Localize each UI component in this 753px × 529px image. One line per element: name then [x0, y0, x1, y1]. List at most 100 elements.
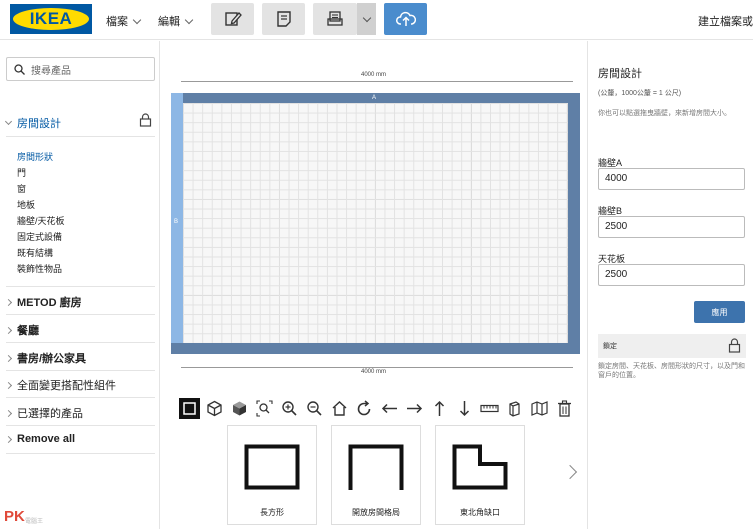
template-label: 東北角缺口 [460, 508, 500, 517]
wall-b-label: B [174, 219, 179, 225]
ceiling-input[interactable]: 2500 [598, 264, 745, 286]
section-label: 已選擇的產品 [17, 408, 83, 420]
notes-button[interactable] [262, 3, 305, 35]
zoom-out-button[interactable] [304, 398, 325, 419]
sub-item-room-shape[interactable]: 房間形狀 [17, 150, 53, 163]
template-northeast-notch[interactable]: 東北角缺口 [435, 425, 525, 525]
room-grid[interactable] [183, 103, 568, 343]
ikea-logo[interactable]: IKEA [10, 4, 92, 34]
design-canvas[interactable]: 4000 mm A B 4000 mm 長方形 開放房間格局 東北角缺口 [161, 41, 586, 529]
sub-item-existing-structure[interactable]: 既有結構 [17, 246, 53, 259]
dimension-top: 4000 mm [361, 72, 387, 78]
chevron-down-icon [132, 15, 142, 24]
wall-b-input[interactable]: 2500 [598, 216, 745, 238]
section-metod-kitchen[interactable]: METOD 廚房 [4, 294, 155, 310]
section-room-design[interactable]: 房間設計 [4, 113, 155, 131]
unit-note: (公釐，1000公釐 = 1 公尺) [598, 90, 682, 97]
print-list-icon [327, 11, 343, 26]
lock-icon[interactable] [139, 113, 152, 127]
cloud-upload-icon [395, 11, 416, 26]
watermark-sub: 電腦王 [25, 519, 44, 525]
chevron-down-icon [4, 117, 13, 126]
move-up-button[interactable] [429, 398, 450, 419]
chevron-right-icon [4, 381, 13, 389]
create-file-button[interactable]: 建立檔案或 [698, 13, 753, 29]
room-floorplan[interactable]: A B [171, 93, 580, 354]
zoom-fit-button[interactable] [254, 398, 275, 419]
delete-button[interactable] [554, 398, 575, 419]
sub-item-door[interactable]: 門 [17, 166, 26, 179]
wall-cube-icon [509, 400, 520, 417]
room-template-list: 長方形 開放房間格局 東北角缺口 [227, 425, 525, 525]
design-edit-button[interactable] [211, 3, 254, 35]
dimension-line-bottom [181, 367, 573, 368]
3d-view-button[interactable] [204, 398, 225, 419]
section-selected-products[interactable]: 已選擇的產品 [4, 405, 155, 421]
section-change-all[interactable]: 全面變更搭配性組件 [4, 377, 155, 393]
lock-toggle[interactable]: 鎖定 [598, 334, 746, 358]
map-icon [531, 400, 548, 416]
arrow-right-icon [407, 403, 423, 413]
menu-file[interactable]: 檔案 [106, 13, 142, 29]
wall-a-input[interactable]: 4000 [598, 168, 745, 190]
chevron-right-icon [4, 326, 13, 334]
home-icon [332, 400, 347, 416]
open-room-shape-icon [348, 444, 404, 490]
divider [6, 397, 155, 398]
move-right-button[interactable] [404, 398, 425, 419]
section-label: METOD 廚房 [17, 297, 82, 309]
move-left-button[interactable] [379, 398, 400, 419]
walls-view-button[interactable] [504, 398, 525, 419]
zoom-fit-icon [256, 399, 273, 417]
apply-button[interactable]: 應用 [694, 301, 745, 323]
rotate-button[interactable] [354, 398, 375, 419]
top-bar: IKEA 檔案 編輯 建立檔案或 [0, 0, 753, 40]
sub-item-floor[interactable]: 地板 [17, 198, 35, 211]
document-icon [276, 11, 291, 27]
sub-item-window[interactable]: 窗 [17, 182, 26, 195]
dimension-bottom: 4000 mm [361, 369, 387, 375]
move-down-button[interactable] [454, 398, 475, 419]
section-room-design-label: 房間設計 [17, 118, 61, 130]
sub-item-wall-ceiling[interactable]: 牆壁/天花板 [17, 214, 65, 227]
sub-item-decorative[interactable]: 裝飾性物品 [17, 262, 62, 275]
ruler-icon [480, 404, 499, 412]
search-icon [14, 63, 25, 75]
chevron-right-icon [4, 298, 13, 306]
remove-all-button[interactable]: Remove all [4, 433, 155, 445]
logo-text: IKEA [29, 9, 73, 28]
section-label: 全面變更搭配性組件 [17, 380, 116, 392]
template-open-layout[interactable]: 開放房間格局 [331, 425, 421, 525]
print-dropdown-button[interactable] [357, 3, 376, 35]
search-input[interactable]: 搜尋產品 [6, 57, 155, 81]
map-view-button[interactable] [529, 398, 550, 419]
zoom-in-button[interactable] [279, 398, 300, 419]
sub-item-fixed-equipment[interactable]: 固定式設備 [17, 230, 62, 243]
2d-view-button[interactable] [179, 397, 200, 419]
home-view-button[interactable] [329, 398, 350, 419]
divider [6, 342, 155, 343]
right-panel: 房間設計 (公釐，1000公釐 = 1 公尺) 你也可以點選拖曳牆壁，來新增房間… [587, 41, 753, 529]
arrow-down-icon [459, 400, 470, 416]
section-office[interactable]: 書房/辦公家具 [4, 350, 155, 366]
arrow-left-icon [381, 403, 397, 413]
print-button[interactable] [313, 3, 357, 35]
divider [6, 370, 155, 371]
chevron-right-icon [4, 354, 13, 362]
3d-solid-view-button[interactable] [229, 398, 250, 419]
section-dining[interactable]: 餐廳 [4, 322, 155, 338]
chevron-right-icon[interactable] [562, 464, 578, 480]
wall-left-selected[interactable] [171, 93, 183, 343]
measure-button[interactable] [479, 398, 500, 419]
template-label: 長方形 [260, 508, 284, 517]
arrow-up-icon [434, 400, 445, 416]
help-text: 你也可以點選拖曳牆壁，來新增房間大小。 [598, 110, 731, 117]
dimension-line-top [181, 81, 573, 82]
upload-save-button[interactable] [384, 3, 427, 35]
section-label: Remove all [17, 433, 76, 445]
menu-edit-label: 編輯 [158, 16, 180, 28]
lock-description: 鎖定房間、天花板、房間形狀的尺寸，以及門和窗戶的位置。 [598, 363, 745, 379]
wall-a-label: A [372, 95, 377, 101]
template-rectangle[interactable]: 長方形 [227, 425, 317, 525]
menu-edit[interactable]: 編輯 [158, 13, 194, 29]
